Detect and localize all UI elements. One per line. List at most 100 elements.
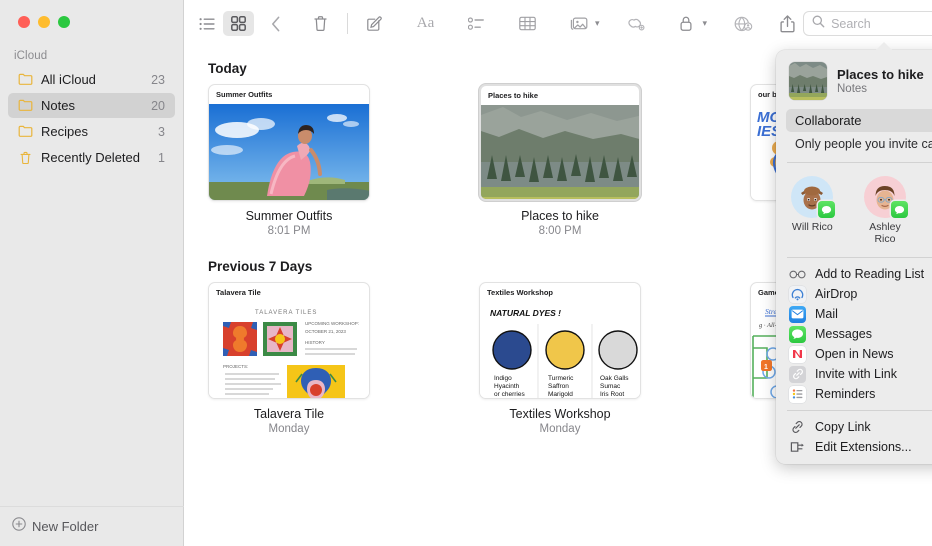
collaborate-label: Collaborate bbox=[795, 113, 862, 128]
new-folder-button[interactable]: New Folder bbox=[0, 506, 184, 546]
menu-item-open-in-news[interactable]: Open in News bbox=[776, 344, 932, 364]
sidebar-item-label: Recipes bbox=[41, 124, 158, 139]
trash-icon bbox=[17, 150, 34, 165]
sidebar-item-label: Notes bbox=[41, 98, 151, 113]
svg-text:Saffron: Saffron bbox=[548, 383, 569, 390]
checklist-button[interactable] bbox=[461, 11, 492, 36]
note-card-talavera-tile[interactable]: Talavera Tile TALAVERA TILES bbox=[208, 282, 370, 435]
gallery-view-button[interactable] bbox=[223, 11, 254, 36]
plus-circle-icon bbox=[12, 517, 26, 536]
note-card-date: Monday bbox=[208, 423, 370, 435]
share-popup: Places to hike Notes Collaborate Only pe… bbox=[776, 50, 932, 464]
search-icon bbox=[812, 15, 825, 33]
note-card-places-to-hike[interactable]: Places to hike bbox=[479, 84, 641, 237]
minimize-button[interactable] bbox=[38, 16, 50, 28]
permission-row[interactable]: Only people you invite can edit › bbox=[786, 132, 932, 156]
share-people-row: Will Rico bbox=[776, 169, 932, 247]
sidebar-item-recipes[interactable]: Recipes 3 bbox=[8, 119, 175, 144]
menu-item-add-to-reading-list[interactable]: Add to Reading List bbox=[776, 264, 932, 284]
svg-text:NATURAL DYES !: NATURAL DYES ! bbox=[490, 308, 561, 318]
note-card-date: 8:00 PM bbox=[479, 225, 641, 237]
media-button[interactable] bbox=[563, 11, 594, 36]
new-folder-label: New Folder bbox=[32, 519, 98, 534]
sidebar-item-label: Recently Deleted bbox=[41, 150, 158, 165]
person-will-rico[interactable]: Will Rico bbox=[781, 176, 843, 245]
sidebar-item-recently-deleted[interactable]: Recently Deleted 1 bbox=[8, 145, 175, 170]
note-thumb-art bbox=[481, 105, 639, 199]
popup-arrow bbox=[875, 42, 893, 51]
note-card-title: Places to hike bbox=[479, 209, 641, 223]
avatar bbox=[791, 176, 833, 218]
sidebar-item-count: 23 bbox=[151, 73, 167, 87]
collaborate-button[interactable] bbox=[727, 11, 758, 36]
share-note-title: Places to hike bbox=[837, 67, 924, 82]
person-ashley-rico[interactable]: AshleyRico bbox=[854, 176, 916, 245]
sidebar-item-notes[interactable]: Notes 20 bbox=[8, 93, 175, 118]
note-thumb-art bbox=[209, 104, 369, 200]
search-field[interactable]: Search bbox=[803, 11, 932, 36]
person-rico-family[interactable]: RicoFamily bbox=[927, 176, 932, 245]
person-name: AshleyRico bbox=[854, 221, 916, 245]
collaborate-dropdown[interactable]: Collaborate bbox=[786, 109, 932, 132]
search-placeholder: Search bbox=[831, 17, 871, 31]
menu-item-label: AirDrop bbox=[815, 287, 857, 301]
person-name: RicoFamily bbox=[927, 221, 932, 245]
menu-item-invite-with-link[interactable]: Invite with Link bbox=[776, 364, 932, 384]
avatar bbox=[864, 176, 906, 218]
svg-text:UPCOMING WORKSHOP:: UPCOMING WORKSHOP: bbox=[305, 321, 359, 326]
chevron-down-icon[interactable]: ▾ bbox=[703, 18, 708, 29]
chevron-down-icon[interactable]: ▾ bbox=[595, 18, 600, 29]
table-button[interactable] bbox=[512, 11, 543, 36]
compose-button[interactable] bbox=[359, 11, 390, 36]
note-thumbnail[interactable]: Talavera Tile TALAVERA TILES bbox=[208, 282, 370, 399]
menu-item-label: Mail bbox=[815, 307, 838, 321]
note-card-date: 8:01 PM bbox=[208, 225, 370, 237]
svg-text:Indigo: Indigo bbox=[494, 375, 512, 382]
menu-item-messages[interactable]: Messages bbox=[776, 324, 932, 344]
note-thumbnail[interactable]: Textiles Workshop NATURAL DYES ! bbox=[479, 282, 641, 399]
note-card-summer-outfits[interactable]: Summer Outfits bbox=[208, 84, 370, 237]
delete-button[interactable] bbox=[305, 11, 336, 36]
note-card-date: Monday bbox=[479, 423, 641, 435]
note-thumbnail[interactable]: Summer Outfits bbox=[208, 84, 370, 201]
format-button[interactable]: Aa bbox=[410, 11, 441, 36]
share-button[interactable] bbox=[772, 11, 803, 36]
menu-item-label: Open in News bbox=[815, 347, 894, 361]
note-thumb-title: Textiles Workshop bbox=[480, 283, 640, 301]
menu-item-label: Copy Link bbox=[815, 420, 871, 434]
menu-item-mail[interactable]: Mail bbox=[776, 304, 932, 324]
note-thumb-title: Talavera Tile bbox=[209, 283, 369, 301]
divider bbox=[787, 257, 932, 258]
menu-item-edit-extensions[interactable]: Edit Extensions... bbox=[776, 437, 932, 457]
mail-icon bbox=[789, 306, 806, 323]
svg-text:OCTOBER 21, 2023: OCTOBER 21, 2023 bbox=[305, 329, 346, 334]
svg-text:TALAVERA TILES: TALAVERA TILES bbox=[255, 310, 317, 316]
menu-item-copy-link[interactable]: Copy Link bbox=[776, 417, 932, 437]
messages-icon bbox=[789, 326, 806, 343]
list-view-button[interactable] bbox=[192, 11, 223, 36]
menu-item-reminders[interactable]: Reminders bbox=[776, 384, 932, 404]
note-card-title: Summer Outfits bbox=[208, 209, 370, 223]
menu-item-label: Add to Reading List bbox=[815, 267, 924, 281]
maximize-button[interactable] bbox=[58, 16, 70, 28]
note-card-textiles-workshop[interactable]: Textiles Workshop NATURAL DYES ! bbox=[479, 282, 641, 435]
menu-item-label: Messages bbox=[815, 327, 872, 341]
sidebar-item-count: 1 bbox=[158, 151, 167, 165]
note-card-title: Textiles Workshop bbox=[479, 407, 641, 421]
toolbar-separator bbox=[347, 13, 348, 34]
glasses-icon bbox=[789, 266, 806, 283]
sidebar-item-count: 3 bbox=[158, 125, 167, 139]
menu-item-label: Edit Extensions... bbox=[815, 440, 912, 454]
back-button[interactable] bbox=[260, 11, 291, 36]
link-button[interactable] bbox=[620, 11, 651, 36]
folder-icon bbox=[17, 72, 34, 87]
note-thumbnail[interactable]: Places to hike bbox=[479, 84, 641, 201]
lock-button[interactable] bbox=[671, 11, 702, 36]
sidebar-item-all-icloud[interactable]: All iCloud 23 bbox=[8, 67, 175, 92]
toolbar: Aa bbox=[184, 0, 932, 47]
share-note-thumbnail bbox=[789, 62, 827, 100]
menu-item-airdrop[interactable]: AirDrop bbox=[776, 284, 932, 304]
close-button[interactable] bbox=[18, 16, 30, 28]
share-popup-header: Places to hike Notes bbox=[776, 50, 932, 109]
svg-text:HISTORY: HISTORY bbox=[305, 340, 325, 345]
